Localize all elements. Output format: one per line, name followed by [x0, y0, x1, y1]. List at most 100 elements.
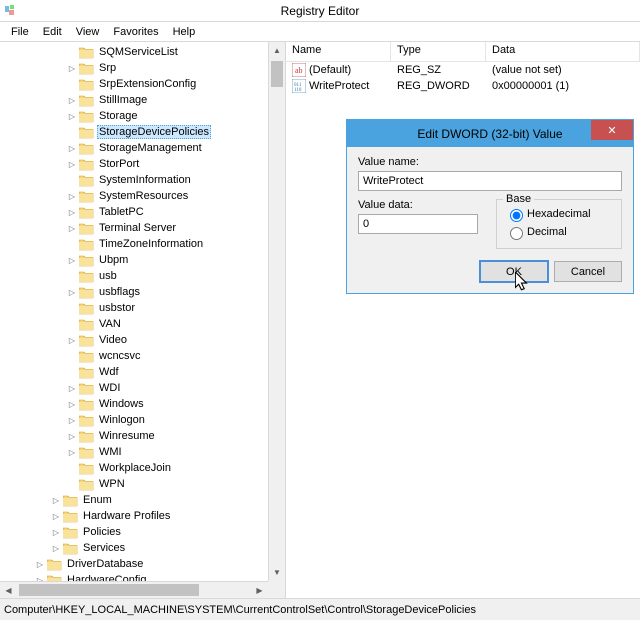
tree-item-wdi[interactable]: ▷WDI — [0, 380, 285, 396]
dialog-title: Edit DWORD (32-bit) Value — [417, 127, 562, 141]
tree-item-terminal-server[interactable]: ▷Terminal Server — [0, 220, 285, 236]
tree-item-wcncsvc[interactable]: ▷wcncsvc — [0, 348, 285, 364]
tree-item-timezoneinformation[interactable]: ▷TimeZoneInformation — [0, 236, 285, 252]
tree-item-wmi[interactable]: ▷WMI — [0, 444, 285, 460]
tree-item-enum[interactable]: ▷Enum — [0, 492, 285, 508]
tree-item-usb[interactable]: ▷usb — [0, 268, 285, 284]
tree-item-windows[interactable]: ▷ Windows — [0, 396, 285, 412]
tree-item-label: StillImage — [97, 94, 149, 106]
expander-icon[interactable]: ▷ — [66, 398, 78, 410]
expander-icon[interactable]: ▷ — [66, 206, 78, 218]
list-header[interactable]: Name Type Data — [286, 42, 640, 62]
folder-icon — [79, 446, 94, 459]
expander-icon[interactable]: ▷ — [66, 62, 78, 74]
expander-icon[interactable]: ▷ — [66, 254, 78, 266]
tree-item-systemresources[interactable]: ▷ SystemResources — [0, 188, 285, 204]
expander-icon[interactable]: ▷ — [50, 542, 62, 554]
tree-item-driverdatabase[interactable]: ▷DriverDatabase — [0, 556, 285, 572]
expander-icon[interactable]: ▷ — [50, 494, 62, 506]
value-data-input[interactable] — [358, 214, 478, 234]
menu-help[interactable]: Help — [166, 26, 203, 38]
expander-icon[interactable]: ▷ — [66, 190, 78, 202]
list-rows[interactable]: (Default)REG_SZ(value not set)WriteProte… — [286, 62, 640, 94]
expander-icon[interactable]: ▷ — [66, 382, 78, 394]
tree-item-label: SystemResources — [97, 190, 190, 202]
list-row[interactable]: (Default)REG_SZ(value not set) — [286, 62, 640, 78]
tree-item-ubpm[interactable]: ▷Ubpm — [0, 252, 285, 268]
expander-icon[interactable]: ▷ — [66, 110, 78, 122]
tree-item-systeminformation[interactable]: ▷SystemInformation — [0, 172, 285, 188]
cancel-button[interactable]: Cancel — [554, 261, 622, 282]
expander-icon[interactable]: ▷ — [66, 222, 78, 234]
tree-item-srp[interactable]: ▷Srp — [0, 60, 285, 76]
tree-item-winlogon[interactable]: ▷ Winlogon — [0, 412, 285, 428]
menu-file[interactable]: File — [4, 26, 36, 38]
tree-item-label: Winlogon — [97, 414, 147, 426]
expander-icon[interactable]: ▷ — [66, 334, 78, 346]
tree-item-srpextensionconfig[interactable]: ▷SrpExtensionConfig — [0, 76, 285, 92]
list-row[interactable]: WriteProtectREG_DWORD0x00000001 (1) — [286, 78, 640, 94]
expander-icon[interactable]: ▷ — [66, 414, 78, 426]
tree-item-services[interactable]: ▷Services — [0, 540, 285, 556]
value-name-label: Value name: — [358, 156, 622, 168]
scroll-thumb[interactable] — [19, 584, 199, 596]
radio-hexadecimal[interactable]: Hexadecimal — [505, 206, 613, 222]
expander-icon[interactable]: ▷ — [66, 94, 78, 106]
column-name[interactable]: Name — [286, 42, 391, 61]
window-title: Registry Editor — [0, 4, 640, 18]
tree-item-label: Windows — [97, 398, 146, 410]
tree-item-video[interactable]: ▷ Video — [0, 332, 285, 348]
scroll-up-icon[interactable]: ▲ — [269, 42, 285, 59]
close-icon[interactable]: ✕ — [591, 120, 633, 140]
tree-scrollbar-horizontal[interactable]: ◀ ▶ — [0, 581, 268, 598]
dialog-titlebar[interactable]: Edit DWORD (32-bit) Value ✕ — [347, 120, 633, 147]
folder-icon — [79, 190, 94, 203]
scroll-right-icon[interactable]: ▶ — [251, 582, 268, 598]
column-type[interactable]: Type — [391, 42, 486, 61]
tree-item-storport[interactable]: ▷StorPort — [0, 156, 285, 172]
tree-item-sqmservicelist[interactable]: ▷SQMServiceList — [0, 44, 285, 60]
registry-tree[interactable]: ▷SQMServiceList▷Srp▷SrpExtensionConfig▷S… — [0, 42, 285, 598]
expander-icon[interactable]: ▷ — [66, 446, 78, 458]
menu-edit[interactable]: Edit — [36, 26, 69, 38]
radio-decimal[interactable]: Decimal — [505, 224, 613, 240]
status-path: Computer\HKEY_LOCAL_MACHINE\SYSTEM\Curre… — [4, 604, 476, 616]
tree-item-label: Video — [97, 334, 129, 346]
tree-item-wdf[interactable]: ▷Wdf — [0, 364, 285, 380]
tree-item-usbstor[interactable]: ▷usbstor — [0, 300, 285, 316]
tree-item-wpn[interactable]: ▷WPN — [0, 476, 285, 492]
menu-favorites[interactable]: Favorites — [106, 26, 165, 38]
folder-icon — [79, 110, 94, 123]
value-data-label: Value data: — [358, 199, 484, 211]
expander-icon[interactable]: ▷ — [66, 142, 78, 154]
tree-item-storagemanagement[interactable]: ▷StorageManagement — [0, 140, 285, 156]
scroll-down-icon[interactable]: ▼ — [269, 564, 285, 581]
tree-item-storage[interactable]: ▷Storage — [0, 108, 285, 124]
expander-icon[interactable]: ▷ — [66, 430, 78, 442]
tree-item-van[interactable]: ▷VAN — [0, 316, 285, 332]
expander-icon[interactable]: ▷ — [50, 510, 62, 522]
expander-icon[interactable]: ▷ — [34, 558, 46, 570]
menu-bar: FileEditViewFavoritesHelp — [0, 22, 640, 41]
expander-icon[interactable]: ▷ — [50, 526, 62, 538]
value-name-input[interactable] — [358, 171, 622, 191]
expander-icon[interactable]: ▷ — [66, 158, 78, 170]
tree-item-winresume[interactable]: ▷Winresume — [0, 428, 285, 444]
tree-item-stillimage[interactable]: ▷ StillImage — [0, 92, 285, 108]
tree-item-usbflags[interactable]: ▷usbflags — [0, 284, 285, 300]
menu-view[interactable]: View — [69, 26, 107, 38]
scroll-left-icon[interactable]: ◀ — [0, 582, 17, 598]
expander-icon[interactable]: ▷ — [66, 286, 78, 298]
folder-icon — [79, 270, 94, 283]
column-data[interactable]: Data — [486, 42, 640, 61]
tree-item-tabletpc[interactable]: ▷TabletPC — [0, 204, 285, 220]
tree-scrollbar-vertical[interactable]: ▲ ▼ — [268, 42, 285, 581]
value-type: REG_DWORD — [391, 80, 486, 92]
scroll-thumb[interactable] — [271, 61, 283, 87]
ok-button[interactable]: OK — [480, 261, 548, 282]
window-titlebar: Registry Editor — [0, 0, 640, 22]
tree-item-storagedevicepolicies[interactable]: ▷StorageDevicePolicies — [0, 124, 285, 140]
tree-item-hardware-profiles[interactable]: ▷Hardware Profiles — [0, 508, 285, 524]
tree-item-workplacejoin[interactable]: ▷WorkplaceJoin — [0, 460, 285, 476]
tree-item-policies[interactable]: ▷Policies — [0, 524, 285, 540]
